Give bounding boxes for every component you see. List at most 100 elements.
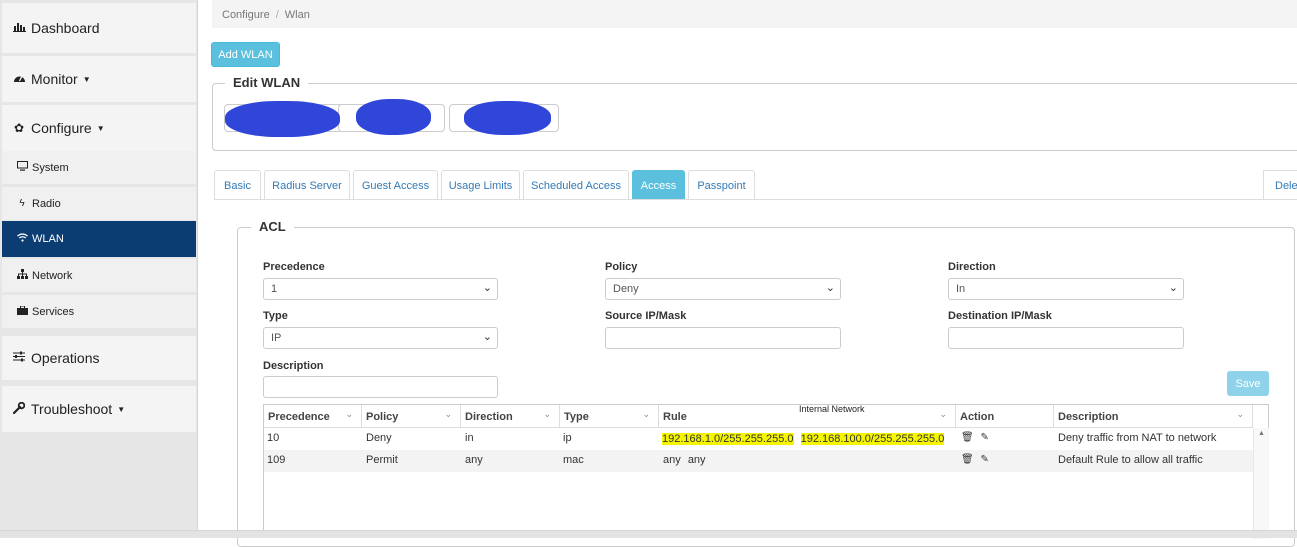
rule-source: any [663, 454, 681, 466]
tab-scheduled-access[interactable]: Scheduled Access [523, 170, 629, 200]
nav-network-label: Network [32, 269, 73, 282]
chevron-down-icon[interactable]: ⌄ [444, 409, 452, 420]
direction-select[interactable]: In ⌄ [948, 278, 1184, 300]
nav-radio[interactable]: ϟ Radio [2, 187, 196, 220]
description-input[interactable] [263, 376, 498, 398]
chevron-down-icon[interactable]: ⌄ [345, 409, 353, 420]
rule-destination: 192.168.100.0/255.255.255.0 [800, 433, 945, 445]
cell-action: 🗑 ✎ [958, 428, 989, 450]
precedence-select[interactable]: 1 ⌄ [263, 278, 498, 300]
breadcrumb: Configure / Wlan [212, 0, 1297, 28]
column-header-label: Action [960, 411, 995, 423]
column-header-policy[interactable]: Policy ⌄ [362, 405, 461, 428]
policy-label: Policy [605, 261, 638, 273]
column-header-precedence[interactable]: Precedence ⌄ [264, 405, 362, 428]
rule-source: 192.168.1.0/255.255.255.0 [662, 433, 794, 445]
edit-icon[interactable]: ✎ [980, 454, 988, 465]
chevron-down-icon[interactable]: ⌄ [939, 409, 947, 420]
cell-direction: any [465, 454, 483, 466]
column-header-label: Description [1058, 411, 1119, 423]
redaction-scribble [464, 101, 551, 135]
direction-label: Direction [948, 261, 996, 273]
nav-services[interactable]: Services [2, 295, 196, 328]
column-header-label: Type [564, 411, 589, 423]
table-scrollbar[interactable]: ▲ [1253, 428, 1269, 539]
nav-monitor[interactable]: Monitor ▼ [2, 56, 196, 102]
column-header-type[interactable]: Type ⌄ [560, 405, 659, 428]
nav-dashboard[interactable]: Dashboard [2, 3, 196, 53]
nav-operations[interactable]: Operations [2, 336, 196, 380]
tab-delete[interactable]: Delete [1263, 170, 1297, 200]
description-label: Description [263, 360, 324, 372]
chevron-down-icon: ⌄ [482, 331, 492, 343]
sliders-icon [12, 351, 26, 365]
redaction-scribble [225, 101, 340, 137]
nav-monitor-label: Monitor [31, 71, 78, 87]
briefcase-icon [16, 305, 28, 318]
save-button[interactable]: Save [1227, 371, 1269, 396]
cell-rule: 192.168.1.0/255.255.255.0 192.168.100.0/… [660, 430, 946, 448]
type-label: Type [263, 310, 288, 322]
tab-passpoint[interactable]: Passpoint [688, 170, 755, 200]
monitor-icon [16, 161, 28, 174]
window-bottom-edge [0, 530, 1297, 538]
tab-basic[interactable]: Basic [214, 170, 261, 200]
column-header-direction[interactable]: Direction ⌄ [461, 405, 560, 428]
tab-radius-server[interactable]: Radius Server [264, 170, 350, 200]
add-wlan-button[interactable]: Add WLAN [211, 42, 280, 67]
policy-value: Deny [613, 283, 639, 295]
table-row[interactable]: 10 Deny in ip 192.168.1.0/255.255.255.0 … [264, 428, 1253, 450]
gear-icon: ✿ [13, 121, 25, 135]
rule-annotation: Internal Network [799, 404, 865, 414]
trash-icon[interactable]: 🗑 [961, 454, 974, 465]
chevron-down-icon: ▼ [117, 404, 126, 414]
scroll-up-icon[interactable]: ▲ [1258, 430, 1265, 437]
cell-type: mac [563, 454, 584, 466]
tab-access[interactable]: Access [632, 170, 685, 200]
cell-precedence: 10 [267, 432, 280, 444]
source-ip-input[interactable] [605, 327, 841, 349]
edit-wlan-legend: Edit WLAN [225, 75, 309, 90]
breadcrumb-separator: / [275, 9, 279, 21]
source-ip-label: Source IP/Mask [605, 310, 687, 322]
redaction-scribble [356, 99, 431, 135]
nav-radio-label: Radio [32, 197, 61, 210]
precedence-label: Precedence [263, 261, 325, 273]
trash-icon[interactable]: 🗑 [961, 432, 974, 443]
sitemap-icon [16, 269, 28, 282]
column-header-rule[interactable]: Rule Internal Network ⌄ [659, 404, 956, 428]
breadcrumb-wlan: Wlan [284, 9, 310, 21]
tab-usage-limits[interactable]: Usage Limits [441, 170, 520, 200]
chevron-down-icon: ⌄ [1168, 282, 1178, 294]
chevron-down-icon: ▼ [82, 74, 91, 84]
gauge-icon [12, 72, 26, 86]
breadcrumb-configure[interactable]: Configure [222, 9, 270, 21]
bolt-icon: ϟ [19, 198, 25, 209]
tab-guest-access[interactable]: Guest Access [353, 170, 438, 200]
nav-configure[interactable]: ✿ Configure ▼ [2, 105, 196, 151]
policy-select[interactable]: Deny ⌄ [605, 278, 841, 300]
chevron-down-icon[interactable]: ⌄ [1236, 409, 1244, 420]
cell-description: Deny traffic from NAT to network [1058, 432, 1217, 444]
chevron-down-icon[interactable]: ⌄ [543, 409, 551, 420]
nav-system-label: System [32, 161, 69, 174]
nav-wlan-label: WLAN [32, 233, 64, 245]
sidebar: Dashboard Monitor ▼ ✿ Configure ▼ System… [0, 0, 198, 538]
column-header-description[interactable]: Description ⌄ [1054, 405, 1253, 428]
destination-ip-input[interactable] [948, 327, 1184, 349]
edit-icon[interactable]: ✎ [980, 432, 988, 443]
type-select[interactable]: IP ⌄ [263, 327, 498, 349]
nav-system[interactable]: System [2, 151, 196, 184]
nav-troubleshoot-label: Troubleshoot [31, 401, 113, 417]
precedence-value: 1 [271, 283, 278, 295]
chevron-down-icon[interactable]: ⌄ [642, 409, 650, 420]
chevron-down-icon: ⌄ [482, 282, 492, 294]
nav-network[interactable]: Network [2, 259, 196, 292]
nav-troubleshoot[interactable]: Troubleshoot ▼ [2, 386, 196, 432]
cell-policy: Permit [366, 454, 398, 466]
tab-divider [214, 199, 1297, 200]
nav-wlan[interactable]: WLAN [2, 221, 196, 257]
table-row[interactable]: 109 Permit any mac any any 🗑 ✎ Default R… [264, 450, 1253, 472]
cell-direction: in [465, 432, 474, 444]
column-header-label: Rule [663, 411, 687, 423]
